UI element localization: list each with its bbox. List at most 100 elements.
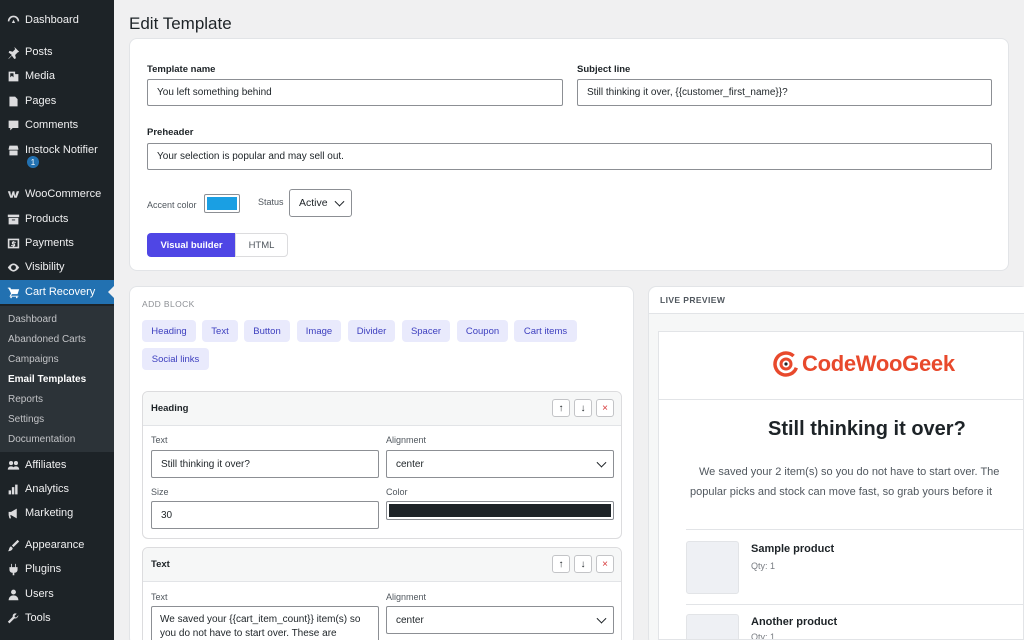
block-header <box>143 548 621 582</box>
product-qty: Qty: 1 <box>751 632 776 640</box>
alignment-label: Alignment <box>386 592 427 602</box>
sidebar-item-comments[interactable]: Comments <box>0 113 114 137</box>
add-divider-button[interactable]: Divider <box>348 320 395 342</box>
add-coupon-button[interactable]: Coupon <box>457 320 508 342</box>
add-heading-button[interactable]: Heading <box>142 320 196 342</box>
text-content-textarea[interactable]: We saved your {{cart_item_count}} item(s… <box>151 606 379 640</box>
sidebar-item-products[interactable]: Products <box>0 207 114 231</box>
sidebar-item-users[interactable]: Users <box>0 582 114 606</box>
heading-color-picker[interactable] <box>386 501 614 520</box>
sidebar-item-marketing[interactable]: Marketing <box>0 501 114 525</box>
pages-icon <box>6 94 20 108</box>
product-thumbnail <box>686 541 739 594</box>
preview-body-line-1: We saved your 2 item(s) so you do not ha… <box>699 466 1000 478</box>
status-value: Active <box>299 197 328 209</box>
block-header <box>143 392 621 426</box>
live-preview-label: LIVE PREVIEW <box>660 295 726 305</box>
subject-line-label: Subject line <box>577 64 631 75</box>
store-icon <box>6 143 20 157</box>
add-text-button[interactable]: Text <box>202 320 238 342</box>
sidebar-item-cart-recovery[interactable]: Cart Recovery <box>0 280 114 304</box>
email-preview: CodeWooGeek Still thinking it over? We s… <box>658 331 1024 640</box>
visual-builder-tab[interactable]: Visual builder <box>147 233 236 257</box>
sidebar-item-media[interactable]: Media <box>0 64 114 88</box>
pin-icon <box>6 45 20 59</box>
submenu-item-documentation[interactable]: Documentation <box>8 434 75 445</box>
sidebar-item-pages[interactable]: Pages <box>0 89 114 113</box>
move-up-button[interactable]: ↑ <box>552 555 570 573</box>
move-down-button[interactable]: ↓ <box>574 555 592 573</box>
preview-items-divider <box>686 529 1023 530</box>
add-button-button[interactable]: Button <box>244 320 290 342</box>
sidebar-item-label: Marketing <box>25 507 74 519</box>
template-name-input[interactable]: You left something behind <box>147 79 563 106</box>
wrench-icon <box>6 611 20 625</box>
submenu-item-settings[interactable]: Settings <box>8 414 44 425</box>
accent-color-picker[interactable] <box>204 194 240 213</box>
text-label: Text <box>151 592 168 602</box>
add-block-label: ADD BLOCK <box>142 299 195 309</box>
add-cart-items-button[interactable]: Cart items <box>514 320 577 342</box>
move-up-button[interactable]: ↑ <box>552 399 570 417</box>
delete-block-button[interactable]: × <box>596 399 614 417</box>
sidebar-item-dashboard[interactable]: Dashboard <box>0 8 114 32</box>
submenu-item-email-templates[interactable]: Email Templates <box>8 374 86 385</box>
text-alignment-select[interactable]: center <box>386 606 614 634</box>
preview-items-divider <box>686 604 1023 605</box>
comment-icon <box>6 118 20 132</box>
sidebar-item-tools[interactable]: Tools <box>0 606 114 630</box>
preheader-input[interactable]: Your selection is popular and may sell o… <box>147 143 992 170</box>
sidebar-item-label: Products <box>25 213 69 225</box>
sidebar-item-label: WooCommerce <box>25 188 102 200</box>
sidebar-item-instock-notifier[interactable]: Instock Notifier <box>0 138 114 162</box>
dollar-icon <box>6 236 20 250</box>
sidebar-item-label: Payments <box>25 237 74 249</box>
user-icon <box>6 587 20 601</box>
sidebar-item-visibility[interactable]: Visibility <box>0 255 114 279</box>
add-image-button[interactable]: Image <box>297 320 341 342</box>
preview-divider <box>659 399 1023 400</box>
submenu-item-reports[interactable]: Reports <box>8 394 43 405</box>
heading-text-input[interactable]: Still thinking it over? <box>151 450 379 478</box>
sidebar-item-plugins[interactable]: Plugins <box>0 557 114 581</box>
preview-body-line-2: popular picks and stock can move fast, s… <box>690 486 993 498</box>
block-title: Text <box>151 559 170 570</box>
product-qty: Qty: 1 <box>751 561 776 571</box>
page-title: Edit Template <box>129 14 232 33</box>
sidebar-item-label: Cart Recovery <box>25 286 96 298</box>
submenu-item-campaigns[interactable]: Campaigns <box>8 354 59 365</box>
sidebar-item-posts[interactable]: Posts <box>0 40 114 64</box>
submenu-item-dashboard[interactable]: Dashboard <box>8 314 57 325</box>
cart-icon <box>6 285 20 299</box>
heading-size-input[interactable]: 30 <box>151 501 379 529</box>
delete-block-button[interactable]: × <box>596 555 614 573</box>
subject-line-input[interactable]: Still thinking it over, {{customer_first… <box>577 79 992 106</box>
sidebar-item-appearance[interactable]: Appearance <box>0 533 114 557</box>
sidebar-item-label: Users <box>25 588 54 600</box>
add-spacer-button[interactable]: Spacer <box>402 320 450 342</box>
sidebar-item-label: Visibility <box>25 261 65 273</box>
sidebar-item-analytics[interactable]: Analytics <box>0 477 114 501</box>
block-title: Heading <box>151 403 189 414</box>
heading-alignment-select[interactable]: center <box>386 450 614 478</box>
html-tab[interactable]: HTML <box>235 233 288 257</box>
preheader-label: Preheader <box>147 127 194 138</box>
add-social-links-button[interactable]: Social links <box>142 348 209 370</box>
logo-text: CodeWooGeek <box>802 351 955 376</box>
status-select[interactable]: Active <box>289 189 352 217</box>
move-down-button[interactable]: ↓ <box>574 399 592 417</box>
product-thumbnail <box>686 614 739 639</box>
plug-icon <box>6 562 20 576</box>
preview-heading: Still thinking it over? <box>768 418 966 440</box>
sidebar-item-label: Appearance <box>25 539 85 551</box>
active-indicator <box>108 286 114 298</box>
sidebar-item-affiliates[interactable]: Affiliates <box>0 453 114 477</box>
chevron-down-icon <box>596 457 607 468</box>
sidebar-item-label: Posts <box>25 46 53 58</box>
submenu-item-abandoned-carts[interactable]: Abandoned Carts <box>8 334 86 345</box>
sidebar-item-payments[interactable]: Payments <box>0 231 114 255</box>
sidebar-item-label: Media <box>25 70 55 82</box>
codewoogeek-logo-icon <box>773 351 799 377</box>
product-name: Another product <box>751 616 838 628</box>
sidebar-item-woocommerce[interactable]: WooCommerce <box>0 182 114 206</box>
